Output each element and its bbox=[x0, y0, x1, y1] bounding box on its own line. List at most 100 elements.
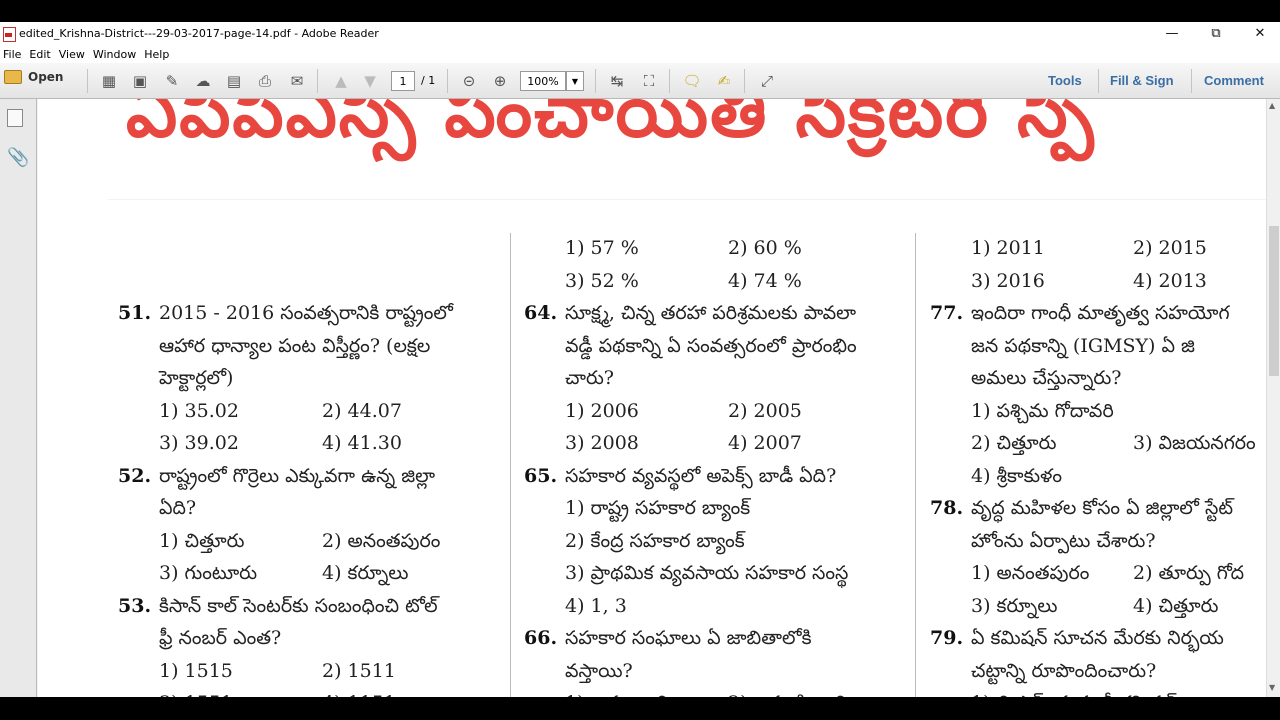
option: 1) బి.ఎన్. గంగూలీ కమిషన్ bbox=[971, 687, 1178, 697]
column-divider bbox=[510, 233, 511, 697]
option: 4) చిత్తూరు bbox=[1133, 594, 1219, 617]
option: 1) 2006 bbox=[565, 399, 639, 422]
option: 2) అనంతపురం bbox=[322, 529, 441, 552]
menu-file[interactable]: File bbox=[0, 48, 26, 61]
email-icon[interactable]: ✉ bbox=[284, 68, 310, 94]
option: 1) చిత్తూరు bbox=[159, 529, 245, 552]
option: 2) 60 % bbox=[728, 237, 802, 259]
edit-pdf-icon[interactable]: ✎ bbox=[159, 68, 185, 94]
option: 2) చిత్తూరు bbox=[971, 432, 1057, 454]
zoom-in-icon[interactable]: ⊕ bbox=[487, 68, 513, 94]
question-52: 52. రాష్ట్రంలో గొర్రెలు ఎక్కువగా ఉన్న జి… bbox=[118, 464, 436, 520]
zoom-level-input[interactable]: 100% bbox=[520, 71, 566, 91]
open-button[interactable]: Open bbox=[4, 70, 63, 84]
menu-view[interactable]: View bbox=[56, 48, 90, 61]
option: 4) 41.30 bbox=[322, 432, 402, 454]
option: 4) 1151 bbox=[322, 687, 396, 697]
read-mode-icon[interactable]: ⤢ bbox=[754, 68, 780, 94]
scroll-up-icon[interactable]: ▲ bbox=[1269, 101, 1275, 110]
option: 4) 2013 bbox=[1133, 269, 1207, 292]
option: 3) 1551 bbox=[159, 687, 233, 697]
sticky-note-icon[interactable]: 🗨 bbox=[679, 68, 705, 94]
highlight-icon[interactable]: ✍ bbox=[711, 68, 737, 94]
close-button[interactable]: ✕ bbox=[1238, 22, 1280, 45]
option: 2) 1511 bbox=[322, 659, 396, 682]
question-53: 53. కిసాన్ కాల్ సెంటర్‌కు సంబంధించి టోల్… bbox=[118, 594, 438, 650]
tools-pane-link[interactable]: Tools bbox=[1048, 73, 1082, 88]
option: 4) శ్రీకాకుళం bbox=[971, 464, 1062, 487]
page-banner: ఏపీపీఎస్సీ పంచాయితీ సెక్రటరీ స్పె bbox=[126, 99, 1096, 153]
menu-bar: File Edit View Window Help bbox=[0, 45, 1280, 63]
column-3: 1) 2011 2) 2015 3) 2016 4) 2013 77. ఇందిరా… bbox=[930, 232, 1266, 697]
option: 1) అనంతపురం bbox=[971, 562, 1090, 584]
question-65: 65. సహకార వ్యవస్థలో అపెక్స్ బాడీ ఏది? bbox=[524, 464, 837, 487]
option: 1) 35.02 bbox=[159, 399, 239, 422]
option: 4) 2007 bbox=[728, 432, 802, 454]
fit-page-icon[interactable]: ⛶ bbox=[636, 68, 662, 94]
fill-sign-pane-link[interactable]: Fill & Sign bbox=[1110, 73, 1174, 88]
scrollbar-thumb[interactable] bbox=[1269, 226, 1279, 376]
option: 3) 39.02 bbox=[159, 432, 239, 454]
minimize-button[interactable]: — bbox=[1150, 22, 1194, 45]
question-64: 64. సూక్ష్మ, చిన్న తరహా పరిశ్రమలకు పావలా… bbox=[524, 302, 857, 389]
folder-icon bbox=[4, 70, 22, 84]
option: 3) 52 % bbox=[565, 269, 639, 292]
option: 2) కేంద్ర సహకార బ్యాంక్ bbox=[565, 529, 745, 552]
option: 1) రాష్ట్ర జాబితా bbox=[565, 687, 690, 697]
option: 2) ఉమ్మడి జాబితా bbox=[728, 687, 869, 697]
option: 3) ప్రాథమిక వ్యవసాయ సహకార సంస్థ bbox=[565, 562, 849, 584]
option: 1) పశ్చిమ గోదావరి bbox=[971, 399, 1114, 422]
option: 3) విజయనగరం bbox=[1133, 432, 1256, 454]
comment-pane-link[interactable]: Comment bbox=[1204, 73, 1264, 88]
navigation-pane: 📎 bbox=[0, 99, 37, 697]
option: 1) 57 % bbox=[565, 237, 639, 259]
option: 2) 2005 bbox=[728, 399, 802, 422]
column-1: 51. 2015 - 2016 సంవత్సరానికి రాష్ట్రంలో … bbox=[118, 297, 498, 697]
document-viewport[interactable]: ఏపీపీఎస్సీ పంచాయితీ సెక్రటరీ స్పె 51. 20… bbox=[38, 99, 1266, 697]
zoom-dropdown-chevron-down-icon[interactable]: ▼ bbox=[566, 71, 584, 91]
option: 1) రాష్ట్ర సహకార బ్యాంక్ bbox=[565, 497, 751, 519]
option: 2) తూర్పు గోద bbox=[1133, 562, 1245, 584]
option: 3) 2008 bbox=[565, 432, 639, 454]
previous-page-icon[interactable]: ▲ bbox=[328, 68, 354, 94]
window-title: edited_Krishna-District---29-03-2017-pag… bbox=[19, 27, 379, 40]
export-pdf-icon[interactable]: ▣ bbox=[127, 68, 153, 94]
question-78: 78. వృద్ధ మహిళల కోసం ఏ జిల్లాలో స్టేట్ హ… bbox=[930, 497, 1234, 552]
scroll-down-icon[interactable]: ▼ bbox=[1269, 683, 1275, 692]
option: 1) 1515 bbox=[159, 659, 233, 682]
page-total: / 1 bbox=[421, 74, 436, 87]
option: 3) గుంటూరు bbox=[159, 562, 258, 584]
adobe-reader-window: edited_Krishna-District---29-03-2017-pag… bbox=[0, 22, 1280, 697]
print-icon[interactable]: ⎙ bbox=[252, 68, 278, 94]
question-51: 51. 2015 - 2016 సంవత్సరానికి రాష్ట్రంలో … bbox=[118, 302, 453, 389]
zoom-out-icon[interactable]: ⊝ bbox=[456, 68, 482, 94]
option: 3) కర్నూలు bbox=[971, 594, 1058, 617]
option: 2) 44.07 bbox=[322, 399, 402, 422]
attachments-icon[interactable]: 📎 bbox=[7, 147, 29, 168]
fit-width-icon[interactable]: ↹ bbox=[604, 68, 630, 94]
save-icon[interactable]: ▤ bbox=[221, 68, 247, 94]
column-divider bbox=[915, 233, 916, 697]
next-page-icon[interactable]: ▼ bbox=[357, 68, 383, 94]
option: 4) 74 % bbox=[728, 269, 802, 292]
column-2: 1) 57 % 2) 60 % 3) 52 % 4) 74 % 64. సూక్ష్… bbox=[524, 232, 904, 697]
question-66: 66. సహకార సంఘాలు ఏ జాబితాలోకి వస్తాయి? bbox=[524, 627, 812, 682]
menu-window[interactable]: Window bbox=[90, 48, 141, 61]
page-number-input[interactable]: 1 bbox=[391, 71, 415, 91]
menu-edit[interactable]: Edit bbox=[26, 48, 55, 61]
menu-help[interactable]: Help bbox=[141, 48, 174, 61]
option: 2) 2015 bbox=[1133, 237, 1207, 259]
option: 4) కర్నూలు bbox=[322, 562, 409, 584]
cloud-upload-icon[interactable]: ☁ bbox=[190, 68, 216, 94]
option: 1) 2011 bbox=[971, 237, 1045, 259]
question-77: 77. ఇందిరా గాంధీ మాతృత్వ సహయోగ జన పథకాన్… bbox=[930, 302, 1230, 389]
toolbar: Open ▦ ▣ ✎ ☁ ▤ ⎙ ✉ ▲ ▼ 1 / 1 ⊝ ⊕ 100% ▼ … bbox=[0, 63, 1280, 99]
option: 3) 2016 bbox=[971, 269, 1045, 292]
vertical-scrollbar[interactable]: ▲ ▼ bbox=[1266, 99, 1280, 697]
title-bar: edited_Krishna-District---29-03-2017-pag… bbox=[0, 22, 1280, 45]
option: 4) 1, 3 bbox=[565, 594, 627, 617]
restore-button[interactable]: ⧉ bbox=[1194, 22, 1238, 45]
question-79: 79. ఏ కమిషన్ సూచన మేరకు నిర్భయ చట్టాన్ని… bbox=[930, 627, 1224, 682]
page-thumbnails-icon[interactable] bbox=[7, 109, 23, 127]
create-pdf-icon[interactable]: ▦ bbox=[96, 68, 122, 94]
